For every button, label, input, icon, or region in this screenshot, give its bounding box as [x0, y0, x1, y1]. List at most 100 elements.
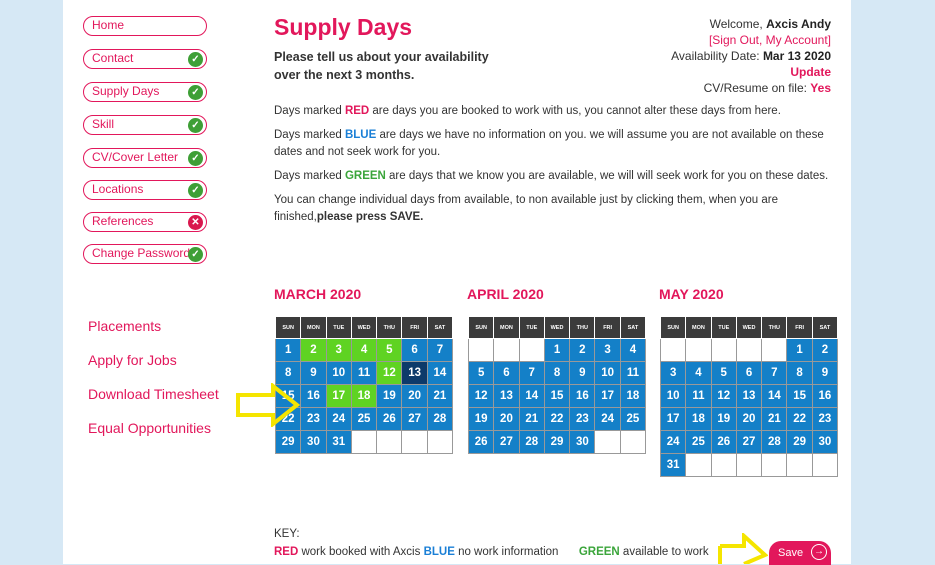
calendar-day[interactable]: 24: [594, 407, 621, 431]
calendar-day[interactable]: 4: [350, 338, 378, 362]
calendar-day[interactable]: 19: [376, 384, 403, 408]
sidebar-item-references[interactable]: References ✕: [83, 212, 207, 232]
sidebar-item-contact[interactable]: Contact ✓: [83, 49, 207, 69]
calendar-day[interactable]: 8: [786, 361, 813, 385]
calendar-day[interactable]: 27: [401, 407, 428, 431]
calendar-day[interactable]: 10: [659, 384, 687, 408]
sidebar-link-placements[interactable]: Placements: [88, 318, 161, 334]
calendar-day[interactable]: 29: [543, 430, 571, 454]
calendar-day[interactable]: 17: [325, 384, 352, 408]
calendar-day[interactable]: 6: [493, 361, 520, 385]
calendar-day[interactable]: 22: [543, 407, 571, 431]
calendar-day[interactable]: 24: [659, 430, 687, 454]
calendar-day[interactable]: 8: [274, 361, 302, 385]
calendar-day[interactable]: 19: [710, 407, 737, 431]
calendar-day[interactable]: 5: [710, 361, 737, 385]
calendar-day[interactable]: 1: [274, 338, 302, 362]
sidebar-item-locations[interactable]: Locations ✓: [83, 180, 207, 200]
calendar-day[interactable]: 20: [493, 407, 520, 431]
calendar-day[interactable]: 14: [518, 384, 545, 408]
calendar-day[interactable]: 10: [325, 361, 352, 385]
sidebar-item-home[interactable]: Home: [83, 16, 207, 36]
calendar-day[interactable]: 31: [659, 453, 687, 477]
calendar-day[interactable]: 1: [786, 338, 813, 362]
calendar-day[interactable]: 21: [761, 407, 788, 431]
calendar-day[interactable]: 17: [594, 384, 621, 408]
calendar-day[interactable]: 6: [735, 361, 763, 385]
sidebar-item-cv-cover-letter[interactable]: CV/Cover Letter ✓: [83, 148, 207, 168]
calendar-day[interactable]: 16: [569, 384, 596, 408]
calendar-day[interactable]: 5: [376, 338, 403, 362]
calendar-day[interactable]: 21: [426, 384, 454, 408]
calendar-day[interactable]: 2: [300, 338, 327, 362]
calendar-day[interactable]: 29: [274, 430, 302, 454]
calendar-day[interactable]: 27: [735, 430, 763, 454]
calendar-day[interactable]: 14: [761, 384, 788, 408]
calendar-day[interactable]: 9: [811, 361, 839, 385]
calendar-day[interactable]: 31: [325, 430, 352, 454]
calendar-day[interactable]: 16: [811, 384, 839, 408]
calendar-day[interactable]: 27: [493, 430, 520, 454]
calendar-day[interactable]: 3: [594, 338, 621, 362]
calendar-day[interactable]: 30: [569, 430, 596, 454]
sidebar-item-change-password[interactable]: Change Password ✓: [83, 244, 207, 264]
calendar-day[interactable]: 23: [811, 407, 839, 431]
calendar-day[interactable]: 23: [569, 407, 596, 431]
calendar-day[interactable]: 2: [811, 338, 839, 362]
calendar-day[interactable]: 28: [426, 407, 454, 431]
calendar-day[interactable]: 9: [300, 361, 327, 385]
calendar-day[interactable]: 26: [467, 430, 495, 454]
calendar-day[interactable]: 13: [735, 384, 763, 408]
calendar-day[interactable]: 26: [376, 407, 403, 431]
calendar-day[interactable]: 8: [543, 361, 571, 385]
calendar-day[interactable]: 4: [685, 361, 712, 385]
calendar-day[interactable]: 4: [619, 338, 647, 362]
calendar-day[interactable]: 18: [350, 384, 378, 408]
calendar-day[interactable]: 30: [300, 430, 327, 454]
calendar-day[interactable]: 10: [594, 361, 621, 385]
calendar-day[interactable]: 17: [659, 407, 687, 431]
calendar-day[interactable]: 9: [569, 361, 596, 385]
calendar-day[interactable]: 6: [401, 338, 428, 362]
calendar-day[interactable]: 20: [735, 407, 763, 431]
calendar-day[interactable]: 13: [493, 384, 520, 408]
calendar-day[interactable]: 23: [300, 407, 327, 431]
calendar-day[interactable]: 25: [685, 430, 712, 454]
calendar-day[interactable]: 22: [786, 407, 813, 431]
calendar-day[interactable]: 16: [300, 384, 327, 408]
calendar-day[interactable]: 25: [619, 407, 647, 431]
calendar-day[interactable]: 3: [325, 338, 352, 362]
sidebar-item-supply-days[interactable]: Supply Days ✓: [83, 82, 207, 102]
calendar-day[interactable]: 15: [786, 384, 813, 408]
calendar-day[interactable]: 25: [350, 407, 378, 431]
sidebar-link-equal-opportunities[interactable]: Equal Opportunities: [88, 420, 211, 436]
save-button[interactable]: Save →: [769, 541, 831, 565]
calendar-day[interactable]: 11: [619, 361, 647, 385]
calendar-day[interactable]: 12: [710, 384, 737, 408]
calendar-day[interactable]: 19: [467, 407, 495, 431]
calendar-day[interactable]: 14: [426, 361, 454, 385]
update-link[interactable]: Update: [571, 64, 831, 80]
calendar-day[interactable]: 7: [761, 361, 788, 385]
sidebar-link-apply-for-jobs[interactable]: Apply for Jobs: [88, 352, 177, 368]
calendar-day[interactable]: 18: [685, 407, 712, 431]
calendar-day[interactable]: 12: [376, 361, 403, 385]
calendar-day[interactable]: 11: [350, 361, 378, 385]
calendar-day[interactable]: 12: [467, 384, 495, 408]
account-links[interactable]: [Sign Out, My Account]: [571, 32, 831, 48]
calendar-day[interactable]: 18: [619, 384, 647, 408]
calendar-day[interactable]: 30: [811, 430, 839, 454]
calendar-day[interactable]: 15: [543, 384, 571, 408]
calendar-day[interactable]: 11: [685, 384, 712, 408]
calendar-day[interactable]: 2: [569, 338, 596, 362]
calendar-day[interactable]: 21: [518, 407, 545, 431]
calendar-day[interactable]: 28: [518, 430, 545, 454]
calendar-day[interactable]: 13: [401, 361, 428, 385]
calendar-day[interactable]: 26: [710, 430, 737, 454]
calendar-day[interactable]: 29: [786, 430, 813, 454]
calendar-day[interactable]: 5: [467, 361, 495, 385]
sidebar-item-skill[interactable]: Skill ✓: [83, 115, 207, 135]
sidebar-link-download-timesheet[interactable]: Download Timesheet: [88, 386, 219, 402]
calendar-day[interactable]: 1: [543, 338, 571, 362]
calendar-day[interactable]: 7: [426, 338, 454, 362]
